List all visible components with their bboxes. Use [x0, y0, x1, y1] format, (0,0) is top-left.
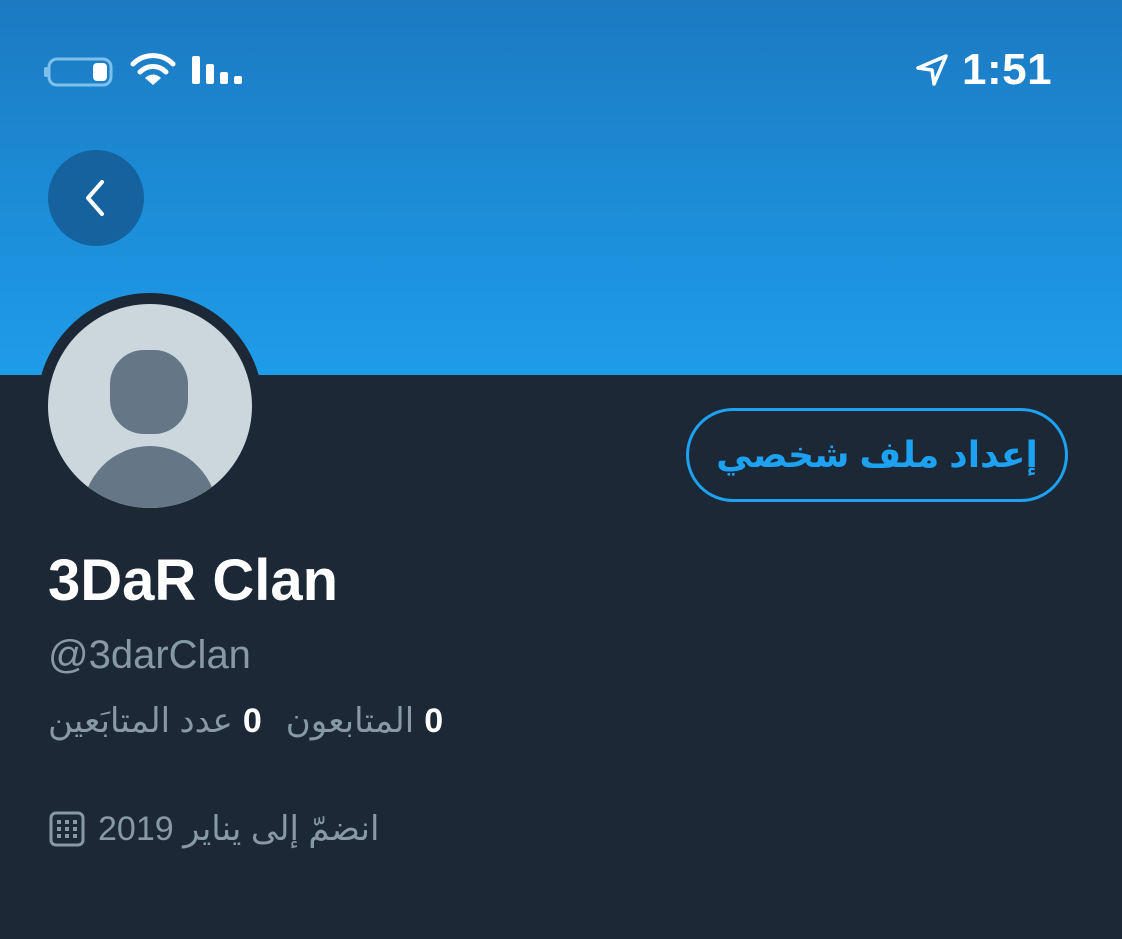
calendar-icon [49, 811, 85, 847]
profile-handle: @3darClan [48, 633, 251, 677]
wifi-icon [130, 53, 176, 85]
following-count: 0 [242, 701, 262, 740]
status-time: 1:51 [962, 45, 1053, 94]
profile-display-name: 3DaR Clan [48, 548, 339, 613]
location-arrow-icon [916, 54, 948, 86]
joined-text: انضمّ إلى يناير 2019 [98, 810, 380, 848]
status-bar: 1:51 [0, 40, 1122, 100]
edit-profile-button[interactable]: إعداد ملف شخصي [686, 408, 1068, 502]
next-section-edge [0, 928, 1122, 939]
chevron-left-icon [86, 180, 104, 216]
default-avatar-icon [82, 350, 218, 508]
following-label: عدد المتابَعين [48, 702, 233, 740]
signal-icon [192, 56, 242, 84]
follow-counts: 0 المتابعون 0 عدد المتابَعين [48, 696, 443, 746]
avatar[interactable] [48, 304, 252, 508]
followers-count-link[interactable]: 0 المتابعون [286, 701, 443, 741]
followers-label: المتابعون [285, 702, 415, 740]
back-button[interactable] [48, 150, 144, 246]
joined-date-row: انضمّ إلى يناير 2019 [48, 804, 379, 854]
followers-count: 0 [424, 701, 444, 740]
following-count-link[interactable]: 0 عدد المتابَعين [48, 701, 262, 741]
battery-icon [44, 57, 113, 87]
